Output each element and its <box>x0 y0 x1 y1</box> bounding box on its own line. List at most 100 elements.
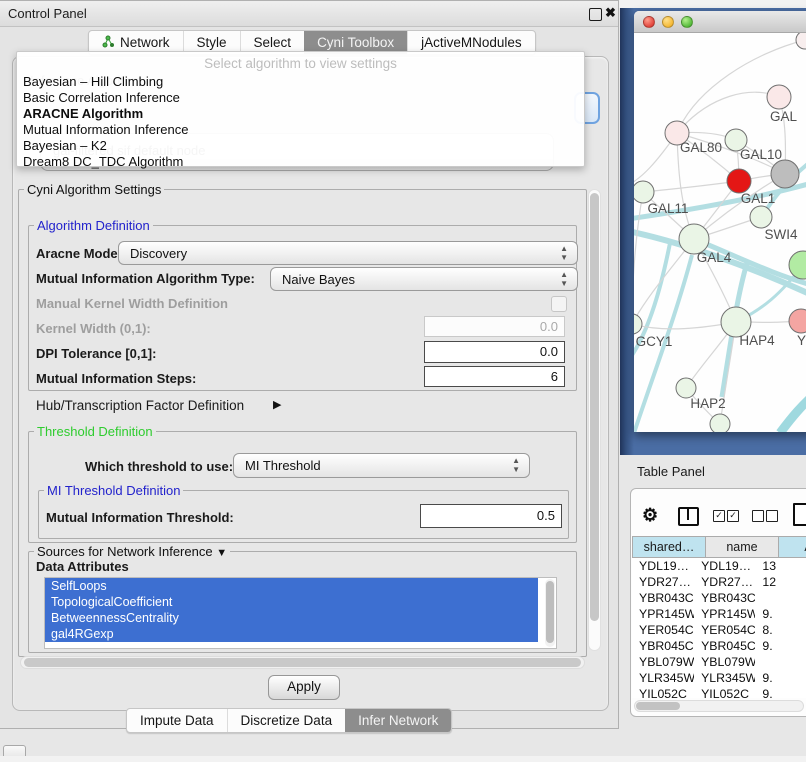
network-node[interactable] <box>771 160 799 188</box>
column-header[interactable]: shared… <box>632 536 706 558</box>
tab-label: Infer Network <box>358 713 438 728</box>
attribute-item[interactable]: BetweennessCentrality <box>45 610 538 626</box>
network-window-titlebar[interactable] <box>634 11 806 33</box>
network-window: GALGAL80GAL10GAL1GAL11SWI4GAL4GCY1HAP4YH… <box>634 11 806 432</box>
column-header[interactable]: A <box>779 536 806 558</box>
data-attributes-list[interactable]: SelfLoopsTopologicalCoefficientBetweenne… <box>44 577 557 649</box>
node-label: HAP4 <box>739 333 775 348</box>
expanded-arrow-icon[interactable]: ▼ <box>216 547 227 559</box>
network-edge[interactable] <box>643 181 739 192</box>
table-cell: YPR145W <box>694 606 755 622</box>
which-threshold-combo[interactable]: MI Threshold ▲▼ <box>233 453 530 478</box>
hub-section-label[interactable]: Hub/Transcription Factor Definition <box>36 398 244 413</box>
gear-icon[interactable]: ⚙ <box>642 505 658 526</box>
table-cell: YBR043C <box>694 590 755 606</box>
settings-horizontal-scrollbar-thumb[interactable] <box>24 658 581 667</box>
table-cell: 9. <box>755 670 806 686</box>
network-edge[interactable] <box>634 192 643 324</box>
network-node-swi4[interactable] <box>750 206 772 228</box>
close-traffic-light-icon[interactable] <box>643 16 655 28</box>
manual-kernel-checkbox[interactable] <box>551 296 567 312</box>
node-label: GAL80 <box>680 140 722 155</box>
kernel-width-field[interactable]: 0.0 <box>424 316 565 337</box>
collapsed-arrow-icon[interactable]: ▶ <box>273 398 281 411</box>
network-node-gal11[interactable] <box>634 181 654 203</box>
table-cell: YER054C <box>694 622 755 638</box>
apply-button[interactable]: Apply <box>268 675 340 700</box>
network-node-gal[interactable] <box>767 85 791 109</box>
checked-checkbox-icon[interactable]: ✓ <box>727 510 739 522</box>
table-cell: YBR045C <box>694 638 755 654</box>
attribute-item[interactable]: TopologicalCoefficient <box>45 594 538 610</box>
tab-discretize-data[interactable]: Discretize Data <box>227 709 346 732</box>
aracne-mode-combo[interactable]: Discovery ▲▼ <box>118 241 578 265</box>
zoom-traffic-light-icon[interactable] <box>681 16 693 28</box>
network-node-hap2[interactable] <box>676 378 696 398</box>
network-node[interactable] <box>789 251 806 279</box>
table-row[interactable]: YER054CYER054C8. <box>632 622 806 638</box>
tab-infer-network[interactable]: Infer Network <box>345 709 451 732</box>
dpi-tolerance-field[interactable]: 0.0 <box>424 341 565 363</box>
tab-label: Impute Data <box>140 713 214 728</box>
table-cell: YBL079W <box>632 654 694 670</box>
network-graph: GALGAL80GAL10GAL1GAL11SWI4GAL4GCY1HAP4YH… <box>634 33 806 432</box>
dropdown-item[interactable]: Bayesian – K2 <box>17 138 584 154</box>
network-edge[interactable] <box>677 92 779 133</box>
settings-vertical-scrollbar-thumb[interactable] <box>590 193 599 621</box>
algorithm-dropdown-popup: Select algorithm to view settings Bayesi… <box>16 51 585 167</box>
mi-type-combo[interactable]: Naive Bayes ▲▼ <box>270 267 578 291</box>
mi-steps-field[interactable]: 6 <box>424 366 565 387</box>
network-node-gcy1[interactable] <box>634 314 642 334</box>
close-icon[interactable]: ✖ <box>605 5 616 21</box>
table-horizontal-scrollbar-thumb[interactable] <box>636 702 680 710</box>
mi-threshold-definition-title: MI Threshold Definition <box>44 483 183 498</box>
attribute-item[interactable]: gal4RGexp <box>45 626 538 642</box>
minimize-traffic-light-icon[interactable] <box>662 16 674 28</box>
network-node-y[interactable] <box>789 309 806 333</box>
column-header[interactable]: name <box>706 536 779 558</box>
table-row[interactable]: YLR345WYLR345W9. <box>632 670 806 686</box>
dropdown-item[interactable]: ARACNE Algorithm <box>17 106 584 122</box>
table-row[interactable]: YPR145WYPR145W9. <box>632 606 806 622</box>
dropdown-item[interactable]: Dream8 DC_TDC Algorithm <box>17 154 584 170</box>
attributes-scrollbar-thumb[interactable] <box>546 581 554 643</box>
aracne-mode-label: Aracne Mode: <box>36 246 122 261</box>
network-canvas[interactable]: GALGAL80GAL10GAL1GAL11SWI4GAL4GCY1HAP4YH… <box>634 33 806 432</box>
network-node[interactable] <box>710 414 730 432</box>
unchecked-checkbox-icon[interactable] <box>752 510 764 522</box>
network-node[interactable] <box>796 33 806 49</box>
network-node-gal1[interactable] <box>727 169 751 193</box>
tab-label: Style <box>197 35 227 50</box>
dropdown-item[interactable]: Mutual Information Inference <box>17 122 584 138</box>
table-cell <box>755 654 806 670</box>
table-panel-title: Table Panel <box>637 464 705 479</box>
node-label: GAL1 <box>741 191 776 206</box>
table-row[interactable]: YBL079WYBL079W <box>632 654 806 670</box>
dropdown-placeholder: Select algorithm to view settings <box>17 52 584 74</box>
table-cell: 9. <box>755 638 806 654</box>
dropdown-item[interactable]: Basic Correlation Inference <box>17 90 584 106</box>
table-row[interactable]: YIL052CYIL052C9. <box>632 686 806 698</box>
table-row[interactable]: YBR043CYBR043C <box>632 590 806 606</box>
mi-threshold-field[interactable]: 0.5 <box>420 504 562 528</box>
table-row[interactable]: YDR27…YDR27…12 <box>632 574 806 590</box>
table-row[interactable]: YDL19…YDL19…13 <box>632 558 806 574</box>
columns-icon[interactable] <box>678 507 699 526</box>
which-threshold-label: Which threshold to use: <box>85 459 233 474</box>
table-cell: YDL19… <box>694 558 755 574</box>
stepper-icon: ▲▼ <box>560 244 568 262</box>
table-row[interactable]: YBR045CYBR045C9. <box>632 638 806 654</box>
tab-impute-data[interactable]: Impute Data <box>127 709 227 732</box>
checked-checkbox-icon[interactable]: ✓ <box>713 510 725 522</box>
network-icon <box>102 35 115 51</box>
tab-label: Discretize Data <box>241 713 333 728</box>
sources-group-title[interactable]: Sources for Network Inference ▼ <box>34 544 230 559</box>
float-icon[interactable] <box>589 8 602 21</box>
threshold-definition-title: Threshold Definition <box>34 424 156 439</box>
network-edge[interactable] <box>780 393 806 432</box>
attribute-item[interactable]: SelfLoops <box>45 578 538 594</box>
mi-steps-label: Mutual Information Steps: <box>36 371 196 386</box>
document-icon[interactable] <box>793 503 806 526</box>
dropdown-item[interactable]: Bayesian – Hill Climbing <box>17 74 584 90</box>
unchecked-checkbox-icon[interactable] <box>766 510 778 522</box>
